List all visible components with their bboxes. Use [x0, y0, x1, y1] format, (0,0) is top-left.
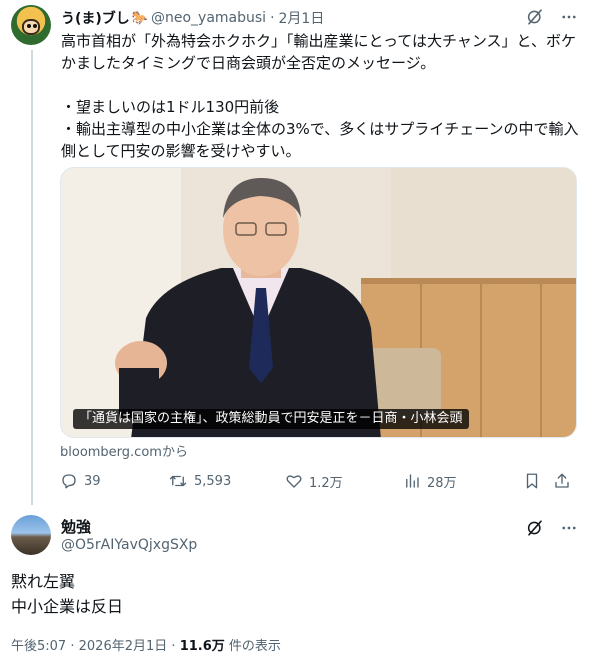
- like-action[interactable]: 1.2万: [285, 472, 403, 491]
- card-image: [61, 168, 576, 437]
- tweet-text: 高市首相が「外為特会ホクホク」「輸出産業にとっては大チャンス」と、ボケかましたタ…: [61, 30, 581, 162]
- retweet-icon: [169, 475, 187, 487]
- share-action[interactable]: [553, 472, 573, 490]
- grok-icon[interactable]: [525, 7, 545, 27]
- reply-top-actions: [525, 518, 579, 538]
- reply-tweet[interactable]: 勉強 @O5rAIYavQjxgSXp 黙れ左翼 中小企業は反日 午後5:07 …: [0, 505, 598, 661]
- reply-views-label: 件の表示: [228, 639, 281, 654]
- more-icon[interactable]: [559, 7, 579, 27]
- retweet-count: 5,593: [194, 473, 232, 489]
- retweet-action[interactable]: 5,593: [168, 472, 285, 490]
- tweet-header: う(ま)ブし 🐎 @neo_yamabusi · 2月1日: [61, 8, 324, 28]
- reply-action[interactable]: 39: [60, 472, 168, 490]
- avatar-eye: [33, 24, 37, 28]
- separator: ·: [171, 639, 176, 654]
- more-icon[interactable]: [559, 518, 579, 538]
- link-card[interactable]: 「通貨は国家の主権」、政策総動員で円安是正を－日商・小林会頭: [60, 167, 577, 438]
- avatar-eye: [27, 24, 31, 28]
- bookmark-action[interactable]: [523, 472, 553, 490]
- reply-views-count: 11.6万: [179, 639, 225, 654]
- views-icon: [406, 474, 419, 488]
- bookmark-icon: [526, 473, 538, 489]
- reply-count: 39: [84, 473, 101, 489]
- reply-text: 黙れ左翼 中小企業は反日: [11, 569, 123, 619]
- like-icon: [286, 475, 302, 488]
- reply-line: 中小企業は反日: [11, 597, 124, 616]
- card-caption: 「通貨は国家の主権」、政策総動員で円安是正を－日商・小林会頭: [73, 409, 469, 429]
- reply-icon: [62, 474, 76, 489]
- tweet-actions: 39 5,593 1.2万 28万: [60, 470, 580, 492]
- separator: ·: [70, 639, 75, 654]
- horse-emoji: 🐎: [131, 10, 148, 26]
- author-name[interactable]: う(ま)ブし: [61, 8, 130, 28]
- views-action[interactable]: 28万: [403, 472, 523, 491]
- reply-time[interactable]: 午後5:07: [11, 639, 66, 654]
- reply-line: 黙れ左翼: [11, 572, 76, 591]
- grok-icon[interactable]: [525, 518, 545, 538]
- avatar[interactable]: [11, 515, 51, 555]
- separator: ·: [270, 10, 275, 26]
- reply-author-handle[interactable]: @O5rAIYavQjxgSXp: [61, 537, 197, 553]
- author-handle[interactable]: @neo_yamabusi: [151, 10, 266, 26]
- reply-author-name[interactable]: 勉強: [61, 516, 91, 537]
- tweet-date[interactable]: 2月1日: [279, 8, 325, 28]
- reply-date[interactable]: 2026年2月1日: [79, 639, 168, 654]
- reply-meta: 午後5:07 · 2026年2月1日 · 11.6万 件の表示: [11, 635, 281, 654]
- thread-line: [31, 50, 33, 505]
- share-icon: [555, 473, 569, 488]
- like-count: 1.2万: [309, 475, 343, 491]
- tweet-top-actions: [525, 7, 579, 27]
- parent-tweet[interactable]: う(ま)ブし 🐎 @neo_yamabusi · 2月1日 高市首相が「外為特会…: [0, 0, 598, 505]
- card-source[interactable]: bloomberg.comから: [60, 441, 188, 460]
- tweet-body: 高市首相が「外為特会ホクホク」「輸出産業にとっては大チャンス」と、ボケかましたタ…: [61, 32, 579, 160]
- avatar[interactable]: [11, 5, 51, 45]
- avatar-face: [22, 19, 40, 35]
- views-count: 28万: [427, 475, 457, 491]
